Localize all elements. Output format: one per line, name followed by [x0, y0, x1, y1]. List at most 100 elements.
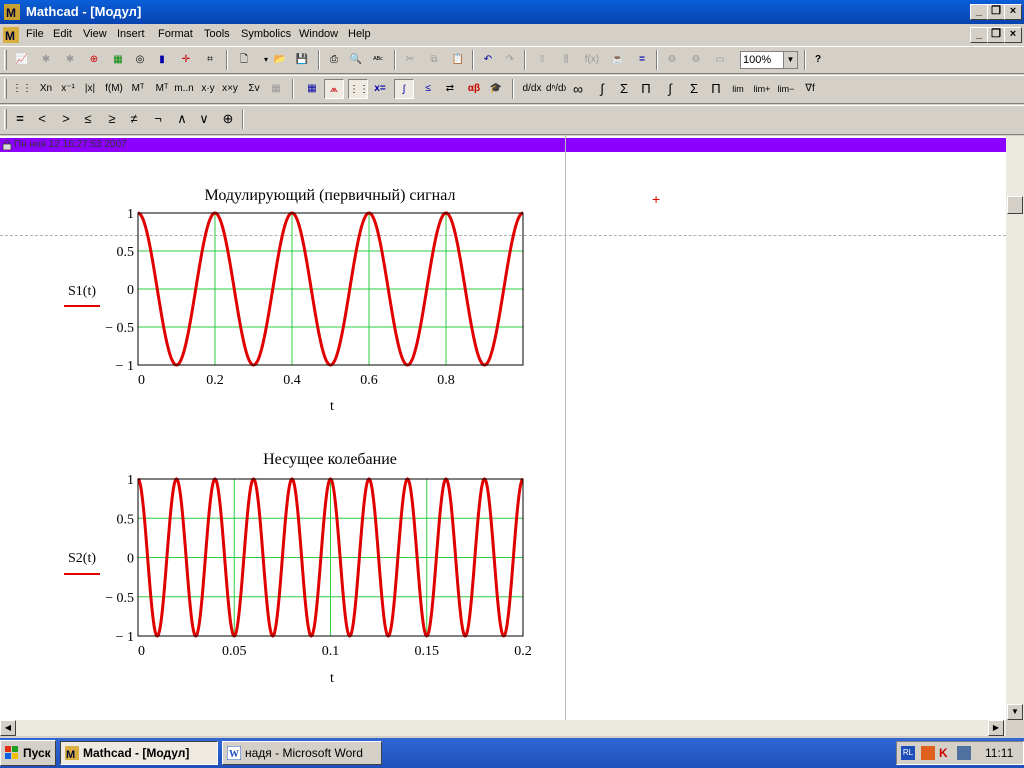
insert-component-icon[interactable]: ⚙: [662, 50, 682, 70]
limit-icon[interactable]: lim: [728, 79, 748, 99]
menu-format[interactable]: Format: [158, 28, 193, 40]
language-indicator[interactable]: RL: [901, 746, 915, 760]
contour-plot-icon[interactable]: ⊕: [84, 50, 104, 70]
chevron-down-icon[interactable]: ▼: [783, 52, 797, 68]
bool-not-equal-button[interactable]: ≠: [124, 109, 144, 129]
cut-icon[interactable]: ✂: [400, 50, 420, 70]
range-product-icon[interactable]: Π: [706, 79, 726, 99]
picture-icon[interactable]: ▦: [266, 79, 286, 99]
product-icon[interactable]: Π: [636, 79, 656, 99]
insert-hyperlink-icon[interactable]: ▭: [710, 50, 730, 70]
zoom-select[interactable]: 100% ▼: [740, 51, 798, 69]
spell-check-icon[interactable]: ᴬᴮᶜ: [368, 50, 388, 70]
toolbar-grip[interactable]: [4, 50, 7, 70]
open-folder-icon[interactable]: 📂: [270, 50, 290, 70]
vertical-scrollbar[interactable]: ▼: [1006, 136, 1024, 736]
calculate-icon[interactable]: =: [632, 50, 652, 70]
vectorize-icon[interactable]: f(M): [104, 79, 124, 99]
subscript-icon[interactable]: Xn: [36, 79, 56, 99]
vector-sum-icon[interactable]: Σv: [244, 79, 264, 99]
bool-greater-equal-button[interactable]: ≥: [102, 109, 122, 129]
undo-icon[interactable]: ↶: [478, 50, 498, 70]
bool-not-button[interactable]: ¬: [148, 109, 168, 129]
vector-field-icon[interactable]: ▮: [152, 50, 172, 70]
plot-s1[interactable]: Модулирующий (первичный) сигнал S1(t) t …: [64, 187, 524, 414]
right-limit-icon[interactable]: lim+: [752, 79, 772, 99]
definite-integral-icon[interactable]: ∫: [592, 79, 612, 99]
cross-product-icon[interactable]: x×y: [220, 79, 240, 99]
range-icon[interactable]: m..n: [174, 79, 194, 99]
plot-s2[interactable]: Несущее колебание S2(t) t 10.50− 0.5− 1 …: [64, 451, 532, 686]
menu-tools[interactable]: Tools: [204, 28, 230, 40]
plot-s1-ylabel[interactable]: S1(t): [68, 284, 96, 299]
menu-file[interactable]: File: [26, 28, 44, 40]
copy-icon[interactable]: ⧉: [424, 50, 444, 70]
graph-icon[interactable]: 📈: [12, 50, 32, 70]
menu-insert[interactable]: Insert: [117, 28, 145, 40]
toolbar-grip[interactable]: [4, 79, 7, 99]
paste-icon[interactable]: 📋: [448, 50, 468, 70]
new-file-icon[interactable]: 🗋: [234, 50, 254, 70]
bool-or-button[interactable]: ∨: [194, 109, 214, 129]
scroll-thumb[interactable]: [1007, 196, 1023, 214]
calculator-palette-icon[interactable]: ▦: [302, 79, 322, 99]
symbolic-palette-icon[interactable]: 🎓: [486, 79, 506, 99]
dot-product-icon[interactable]: x·y: [198, 79, 218, 99]
toolbar-grip[interactable]: [4, 109, 7, 129]
matrix-icon[interactable]: ⋮⋮⋮: [12, 79, 32, 99]
tray-app-icon[interactable]: [921, 746, 935, 760]
nth-derivative-icon[interactable]: dⁿ/dxⁿ: [546, 79, 566, 99]
menu-help[interactable]: Help: [348, 28, 371, 40]
bool-and-button[interactable]: ∧: [172, 109, 192, 129]
worksheet[interactable]: Пн ноя 12 16:27:53 2007 + Модулирующий (…: [0, 136, 1006, 720]
print-icon[interactable]: ⎙: [324, 50, 344, 70]
gradient-icon[interactable]: ∇f: [800, 79, 820, 99]
doc-close-button[interactable]: ×: [1004, 27, 1022, 43]
menu-symbolics[interactable]: Symbolics: [241, 28, 291, 40]
bool-equal-button[interactable]: =: [10, 109, 30, 129]
range-sum-icon[interactable]: Σ: [684, 79, 704, 99]
bool-less-button[interactable]: <: [32, 109, 52, 129]
redo-icon[interactable]: ↷: [500, 50, 520, 70]
doc-minimize-button[interactable]: _: [970, 27, 988, 43]
3d-bar-icon[interactable]: ▦: [108, 50, 128, 70]
task-mathcad[interactable]: M Mathcad - [Модул]: [60, 741, 218, 765]
infinity-icon[interactable]: ∞: [568, 79, 588, 99]
superscript-icon[interactable]: Mᵀ: [128, 79, 148, 99]
start-button[interactable]: Пуск: [0, 740, 56, 766]
menu-window[interactable]: Window: [299, 28, 338, 40]
graph-palette-icon[interactable]: ⩕: [324, 79, 344, 99]
antivirus-icon[interactable]: K: [939, 746, 953, 760]
left-limit-icon[interactable]: lim−: [776, 79, 796, 99]
transpose-icon[interactable]: Mᵀ: [152, 79, 172, 99]
save-icon[interactable]: 💾: [292, 50, 312, 70]
matrix-palette-icon[interactable]: ⋮⋮⋮: [348, 79, 368, 99]
network-icon[interactable]: [957, 746, 971, 760]
zoom-plot-icon[interactable]: ✛: [176, 50, 196, 70]
boolean-palette-icon[interactable]: ≤: [418, 79, 438, 99]
derivative-icon[interactable]: d/dx: [522, 79, 542, 99]
insert-unit-icon[interactable]: ☕: [608, 50, 628, 70]
align-across-icon[interactable]: ⫪: [532, 50, 552, 70]
task-word[interactable]: W надя - Microsoft Word: [222, 741, 382, 765]
doc-restore-button[interactable]: ❐: [987, 27, 1005, 43]
scroll-right-icon[interactable]: ▶: [988, 720, 1004, 736]
greek-palette-icon[interactable]: αβ: [464, 79, 484, 99]
menu-edit[interactable]: Edit: [53, 28, 72, 40]
summation-icon[interactable]: Σ: [614, 79, 634, 99]
3d-scatter-icon[interactable]: ◎: [130, 50, 150, 70]
insert-function-icon[interactable]: f(x): [582, 50, 602, 70]
polar-plot-icon[interactable]: ✱: [36, 50, 56, 70]
bool-less-equal-button[interactable]: ≤: [78, 109, 98, 129]
menu-view[interactable]: View: [83, 28, 107, 40]
print-preview-icon[interactable]: 🔍: [346, 50, 366, 70]
scroll-left-icon[interactable]: ◀: [0, 720, 16, 736]
align-down-icon[interactable]: ⫼: [556, 50, 576, 70]
inverse-icon[interactable]: x⁻¹: [58, 79, 78, 99]
surface-plot-icon[interactable]: ✱: [60, 50, 80, 70]
abs-icon[interactable]: |x|: [80, 79, 100, 99]
programming-palette-icon[interactable]: ⇄: [440, 79, 460, 99]
bool-greater-button[interactable]: >: [56, 109, 76, 129]
close-button[interactable]: ×: [1004, 4, 1022, 20]
plot-s2-ylabel[interactable]: S2(t): [68, 551, 96, 566]
